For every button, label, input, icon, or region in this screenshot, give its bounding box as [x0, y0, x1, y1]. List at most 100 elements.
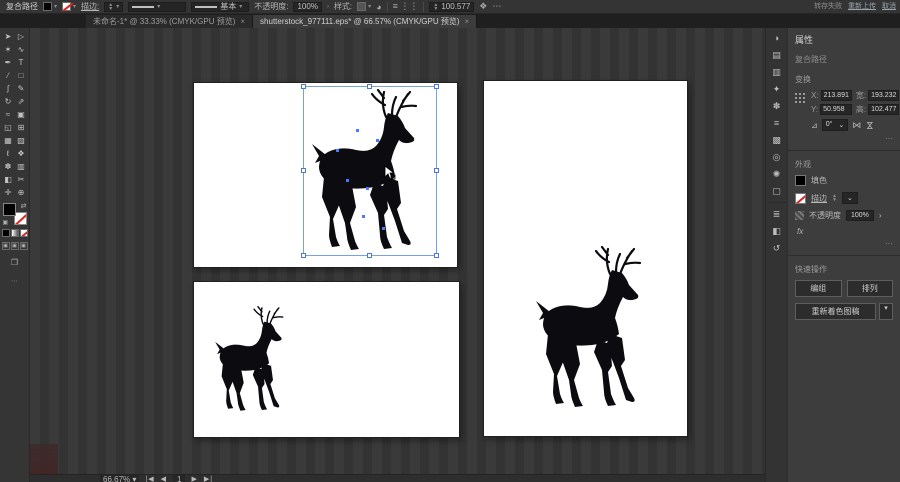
first-artboard-button[interactable]: |◀	[145, 475, 154, 482]
zoom-tool[interactable]: ⊕	[15, 186, 28, 199]
artboard-tool[interactable]: ◧	[2, 173, 15, 186]
selection-handle[interactable]	[367, 84, 372, 89]
chevron-down-icon[interactable]: ▾	[116, 3, 119, 10]
chevron-down-icon[interactable]: ▾	[54, 3, 57, 10]
last-artboard-button[interactable]: ▶|	[204, 475, 213, 482]
pen-tool[interactable]: ✒	[2, 56, 15, 69]
rotate-dropdown[interactable]: 0° ⌄	[822, 119, 849, 131]
selection-handle[interactable]	[301, 168, 306, 173]
gradient-mode-button[interactable]	[11, 229, 19, 237]
draw-normal-button[interactable]: ▣	[2, 242, 10, 250]
toolbar-more-icon[interactable]: ⋯	[11, 277, 18, 285]
appearance-more-options[interactable]: ···	[795, 239, 893, 248]
line-segment-tool[interactable]: ∕	[2, 69, 15, 82]
type-tool[interactable]: T	[15, 56, 28, 69]
graph-tool[interactable]: ▥	[15, 160, 28, 173]
direct-selection-tool[interactable]: ▷	[15, 30, 28, 43]
zoom-level-dropdown[interactable]: 66.67% ▾	[100, 475, 139, 482]
brushes-panel-icon[interactable]: ✦	[770, 83, 784, 95]
stepper-arrows-icon[interactable]: ▲▼	[832, 194, 837, 202]
libraries-panel-icon[interactable]: ▥	[770, 66, 784, 78]
appearance-panel-icon[interactable]: ✺	[770, 168, 784, 180]
recolor-artwork-button[interactable]: 重新着色图稿	[795, 303, 876, 320]
selection-handle[interactable]	[367, 253, 372, 258]
stroke-color-control[interactable]: ▾	[62, 2, 76, 11]
color-panel-icon[interactable]: ◑	[770, 32, 784, 44]
selection-tool[interactable]: ➤	[2, 30, 15, 43]
close-icon[interactable]: ×	[240, 17, 245, 26]
gradient-panel-icon[interactable]: ▩	[770, 134, 784, 146]
selection-handle[interactable]	[301, 253, 306, 258]
anchor-point[interactable]	[366, 187, 369, 190]
gradient-tool[interactable]: ▨	[15, 134, 28, 147]
deer-silhouette-small[interactable]	[211, 306, 294, 412]
fill-swatch[interactable]	[795, 175, 806, 186]
pencil-tool[interactable]: ✎	[15, 82, 28, 95]
y-field[interactable]: 50.958	[820, 104, 852, 115]
stroke-panel-icon[interactable]: ≡	[770, 117, 784, 129]
paintbrush-tool[interactable]: ʃ	[2, 82, 15, 95]
selection-handle[interactable]	[434, 168, 439, 173]
anchor-point[interactable]	[382, 227, 385, 230]
lasso-tool[interactable]: ∿	[15, 43, 28, 56]
opacity-arrow-icon[interactable]: ›	[879, 211, 882, 220]
rectangle-tool[interactable]: □	[15, 69, 28, 82]
opacity-arrow-icon[interactable]: ›	[327, 4, 329, 10]
anchor-point[interactable]	[336, 149, 339, 152]
height-field[interactable]: 102.477	[868, 104, 899, 115]
chevron-down-icon[interactable]: ▾	[73, 3, 76, 10]
width-tool[interactable]: ≈	[2, 108, 15, 121]
layers-panel-icon[interactable]: ≣	[770, 208, 784, 220]
stroke-weight-dropdown[interactable]: ⌄	[842, 192, 858, 204]
swatches-panel-icon[interactable]: ▤	[770, 49, 784, 61]
stroke-swatch[interactable]	[62, 2, 71, 11]
fill-proxy[interactable]	[3, 203, 16, 216]
selection-handle[interactable]	[434, 84, 439, 89]
selection-bounding-box[interactable]	[303, 86, 437, 256]
width-field[interactable]: 193.232	[868, 90, 899, 101]
recolor-dropdown-button[interactable]: ▾	[879, 303, 893, 320]
transform-field[interactable]: ▲▼ 100.577	[429, 2, 474, 12]
stroke-weight-stepper[interactable]: ▲▼ ▾	[104, 2, 123, 12]
slice-tool[interactable]: ✂	[15, 173, 28, 186]
canvas-pasteboard[interactable]: 66.67% ▾ |◀ ◀ 1 ▶ ▶|	[30, 28, 765, 482]
reupload-link[interactable]: 重新上传	[848, 3, 876, 10]
screen-mode-button[interactable]: ❐	[11, 258, 18, 267]
stroke-swatch[interactable]	[795, 193, 806, 204]
blend-tool[interactable]: ❖	[15, 147, 28, 160]
graphic-styles-panel-icon[interactable]: ▢	[770, 185, 784, 197]
transparency-panel-icon[interactable]: ◎	[770, 151, 784, 163]
recolor-artwork-icon[interactable]: ◕	[376, 2, 381, 12]
artboard-3[interactable]	[193, 281, 460, 438]
draw-behind-button[interactable]: ▣	[11, 242, 19, 250]
anchor-point[interactable]	[376, 139, 379, 142]
selection-handle[interactable]	[434, 253, 439, 258]
artboard-number-dropdown[interactable]: 1	[173, 475, 185, 482]
chevron-down-icon[interactable]: ▾	[368, 3, 371, 10]
tab-untitled-document[interactable]: 未命名-1* @ 33.33% (CMYK/GPU 预览) ×	[86, 15, 253, 28]
previous-artboard-button[interactable]: ◀	[161, 475, 167, 482]
stroke-label-link[interactable]: 描边	[811, 193, 827, 204]
reference-point-locator[interactable]	[795, 93, 807, 105]
group-button[interactable]: 编组	[795, 280, 842, 297]
selection-handle[interactable]	[301, 84, 306, 89]
history-panel-icon[interactable]: ↺	[770, 242, 784, 254]
free-transform-tool[interactable]: ▣	[15, 108, 28, 121]
align-icons[interactable]: ≡ ⋮⋮	[393, 1, 419, 12]
tab-shutterstock-document[interactable]: shutterstock_977111.eps* @ 66.57% (CMYK/…	[253, 15, 477, 28]
opacity-field[interactable]: 100%	[846, 210, 874, 221]
next-artboard-button[interactable]: ▶	[191, 475, 197, 482]
mesh-tool[interactable]: ▦	[2, 134, 15, 147]
rotate-tool[interactable]: ↻	[2, 95, 15, 108]
default-fill-stroke-icon[interactable]: ▣	[3, 219, 9, 226]
draw-inside-button[interactable]: ▣	[20, 242, 28, 250]
anchor-point[interactable]	[362, 215, 365, 218]
fx-effects-button[interactable]: fx	[797, 227, 893, 236]
flip-horizontal-icon[interactable]: ⋈	[852, 120, 861, 131]
swap-fill-stroke-icon[interactable]: ⇄	[21, 202, 27, 210]
more-options-icon[interactable]: ⋯	[492, 1, 501, 12]
perspective-grid-tool[interactable]: ⊞	[15, 121, 28, 134]
stepper-arrows-icon[interactable]: ▲▼	[433, 3, 438, 11]
style-dropdown[interactable]: ▾	[357, 2, 371, 11]
artboard-1[interactable]	[193, 82, 458, 268]
